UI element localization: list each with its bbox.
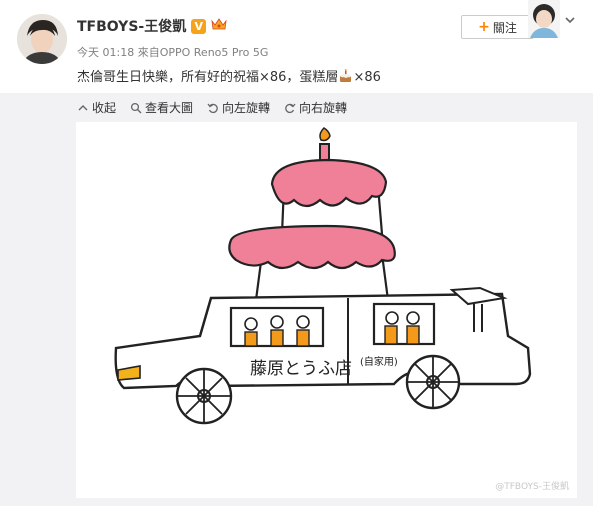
- avatar[interactable]: [17, 14, 67, 64]
- post-time[interactable]: 今天 01:18: [77, 46, 134, 59]
- rotate-left-button[interactable]: 向左旋轉: [207, 99, 270, 116]
- username[interactable]: TFBOYS-王俊凱 V: [77, 16, 227, 36]
- shop-name-text: 藤原とうふ店: [250, 359, 352, 379]
- follow-label[interactable]: 關注: [493, 19, 517, 36]
- member-crown-icon: [211, 17, 227, 35]
- rotate-left-label[interactable]: 向左旋轉: [222, 99, 270, 116]
- chevron-down-icon[interactable]: [563, 12, 577, 26]
- rotate-right-button[interactable]: 向右旋轉: [284, 99, 347, 116]
- collapse-icon: [78, 104, 88, 110]
- collapse-button[interactable]: 收起: [77, 99, 116, 116]
- media-toolbar: 收起 查看大圖 向左旋轉 向右旋轉: [77, 99, 347, 116]
- post-device[interactable]: OPPO Reno5 Pro 5G: [160, 46, 269, 59]
- view-large-button[interactable]: 查看大圖: [130, 99, 193, 116]
- rear-wheel: [405, 354, 461, 410]
- rotate-left-icon: [207, 103, 218, 113]
- post-text-part2: ×86: [353, 70, 381, 85]
- post-image[interactable]: 藤原とうふ店 (自家用) @TFBOYS-王俊凱: [76, 122, 577, 498]
- front-wheel: [175, 367, 233, 425]
- cake-car-drawing: 藤原とうふ店 (自家用): [114, 127, 532, 425]
- username-text[interactable]: TFBOYS-王俊凱: [77, 16, 186, 36]
- zoom-icon: [130, 102, 142, 113]
- collapse-label[interactable]: 收起: [92, 99, 116, 116]
- cake-emoji-icon: [338, 69, 353, 85]
- post-from-label: 來自: [137, 46, 160, 59]
- weibo-post-card: TFBOYS-王俊凱 V 今天 01:18 來自OPPO Reno5 Pro 5…: [0, 0, 593, 506]
- shop-sub-text: (自家用): [360, 355, 398, 368]
- plus-icon: +: [478, 19, 490, 35]
- image-watermark: @TFBOYS-王俊凱: [495, 482, 569, 492]
- rotate-right-icon: [285, 103, 296, 113]
- view-large-label[interactable]: 查看大圖: [145, 99, 193, 116]
- post-text: 杰倫哥生日快樂，所有好的祝福×86，蛋糕層 ×86: [77, 66, 381, 85]
- rotate-right-label[interactable]: 向右旋轉: [299, 99, 347, 116]
- candle-flame: [319, 127, 331, 142]
- top-tier-frosting: [270, 158, 388, 208]
- post-text-part1: 杰倫哥生日快樂，所有好的祝福×86，蛋糕層: [77, 70, 339, 85]
- user-mini-avatar[interactable]: [528, 0, 560, 38]
- bottom-tier-frosting: [228, 224, 396, 270]
- verified-icon: V: [191, 18, 207, 34]
- post-meta: 今天 01:18 來自OPPO Reno5 Pro 5G: [77, 44, 268, 60]
- follow-button[interactable]: + 關注: [461, 15, 534, 39]
